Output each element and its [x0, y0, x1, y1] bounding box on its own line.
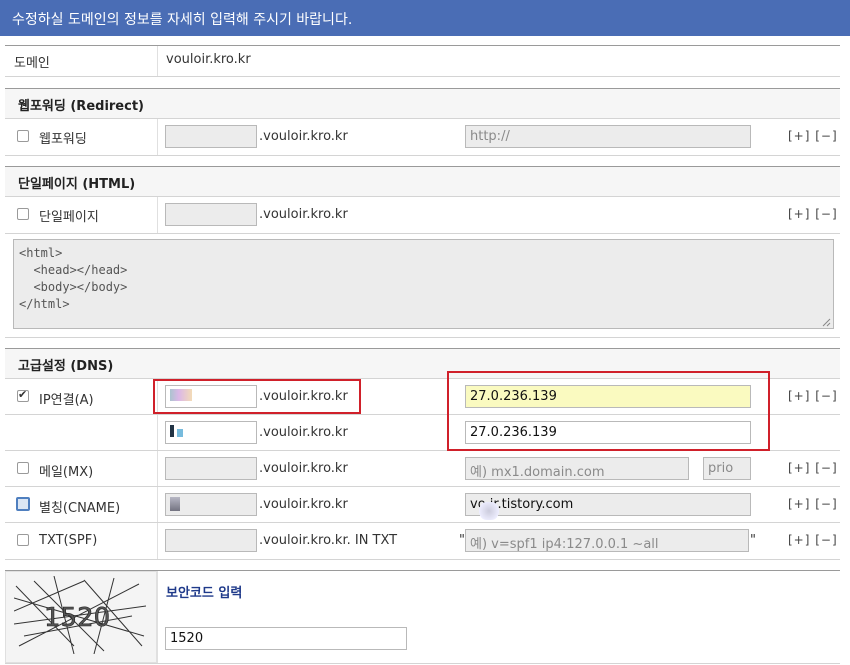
domain-label: 도메인 [14, 56, 50, 71]
divider [5, 559, 840, 560]
redirect-url-input[interactable]: http:// [465, 125, 751, 148]
txt-value-input[interactable]: 예) v=spf1 ip4:127.0.0.1 ~all [465, 529, 749, 552]
highlight-box-subdomain [153, 379, 361, 414]
mx-host-input[interactable]: 예) mx1.domain.com [465, 457, 689, 480]
divider [5, 337, 840, 338]
domain-suffix-txt: .vouloir.kro.kr. IN TXT [259, 533, 398, 548]
redirect-label: 웹포워딩 [39, 132, 87, 147]
mx-prio-input[interactable]: prio [703, 457, 751, 480]
add-remove-buttons[interactable]: [+] [−] [788, 129, 838, 143]
section-header-redirect: 웹포워딩 (Redirect) [5, 89, 840, 118]
ip-subdomain-input-2[interactable] [165, 421, 257, 444]
divider [5, 196, 840, 197]
divider [5, 76, 840, 77]
redacted-mark [478, 502, 500, 520]
captcha-image: 1520 [13, 575, 147, 655]
security-code-input[interactable]: 1520 [165, 627, 407, 650]
redirect-checkbox[interactable] [17, 130, 29, 142]
divider [5, 663, 840, 664]
divider [157, 46, 158, 76]
cname-target-input[interactable]: vo ir.tistory.com [465, 493, 751, 516]
ip-checkbox[interactable] [17, 388, 29, 402]
mx-checkbox[interactable] [17, 462, 29, 474]
domain-suffix: .vouloir.kro.kr [259, 425, 348, 440]
redirect-subdomain-input[interactable] [165, 125, 257, 148]
divider [157, 523, 158, 559]
divider [5, 45, 840, 46]
close-quote: " [750, 533, 756, 548]
divider [157, 197, 158, 233]
add-remove-buttons[interactable]: [+] [−] [788, 461, 838, 475]
cname-subdomain-input[interactable] [165, 493, 257, 516]
single-page-subdomain-input[interactable] [165, 203, 257, 226]
divider [5, 118, 840, 119]
txt-label: TXT(SPF) [39, 533, 98, 548]
divider [157, 119, 158, 155]
add-remove-buttons[interactable]: [+] [−] [788, 389, 838, 403]
domain-suffix: .vouloir.kro.kr [259, 129, 348, 144]
resize-handle-icon[interactable] [821, 316, 831, 327]
cname-checkbox[interactable] [16, 497, 30, 511]
domain-suffix: .vouloir.kro.kr [259, 207, 348, 222]
mx-subdomain-input[interactable] [165, 457, 257, 480]
divider [157, 571, 158, 663]
captcha-glyphs: 1520 [44, 603, 110, 633]
highlight-box-ip [447, 371, 770, 451]
divider [5, 233, 840, 234]
ip-label: IP연결(A) [39, 393, 94, 408]
single-page-checkbox[interactable] [17, 208, 29, 220]
mx-label: 메일(MX) [39, 465, 94, 480]
txt-checkbox[interactable] [17, 534, 29, 546]
section-header-single-page: 단일페이지 (HTML) [5, 167, 840, 196]
divider [5, 155, 840, 156]
cname-label: 별칭(CNAME) [39, 501, 121, 516]
domain-suffix: .vouloir.kro.kr [259, 497, 348, 512]
add-remove-buttons[interactable]: [+] [−] [788, 533, 838, 547]
domain-value: vouloir.kro.kr [166, 52, 251, 67]
add-remove-buttons[interactable]: [+] [−] [788, 497, 838, 511]
divider [5, 486, 840, 487]
domain-suffix: .vouloir.kro.kr [259, 461, 348, 476]
divider [5, 522, 840, 523]
security-code-label: 보안코드 입력 [166, 586, 243, 601]
html-textarea[interactable]: <html> <head></head> <body></body> </htm… [13, 239, 834, 329]
add-remove-buttons[interactable]: [+] [−] [788, 207, 838, 221]
single-page-label: 단일페이지 [39, 210, 99, 225]
page-banner: 수정하실 도메인의 정보를 자세히 입력해 주시기 바랍니다. [0, 0, 850, 36]
txt-subdomain-input[interactable] [165, 529, 257, 552]
